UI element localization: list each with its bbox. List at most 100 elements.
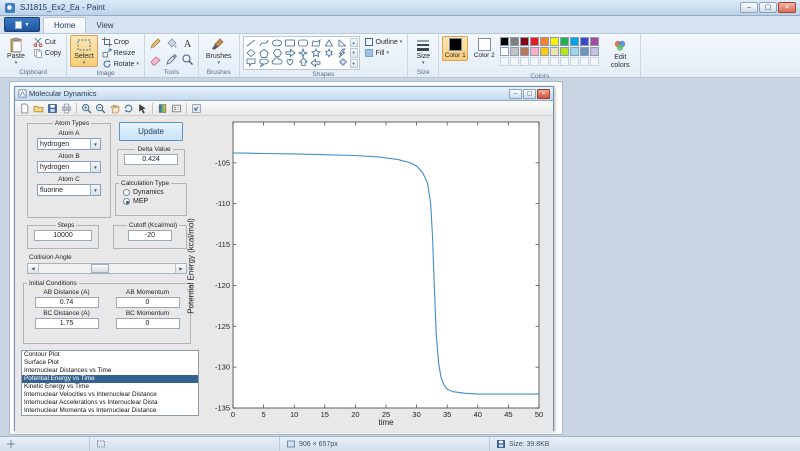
cut-button[interactable]: Cut <box>31 37 63 47</box>
bc-momentum-field[interactable]: 0 <box>116 318 180 329</box>
md-maximize-button[interactable]: ▢ <box>523 89 536 99</box>
plot-type-item[interactable]: Potential Energy vs Time <box>22 375 198 383</box>
shapes-expand[interactable]: ▼ <box>350 59 358 68</box>
plot-type-listbox[interactable]: Contour PlotSurface PlotInternuclear Dis… <box>21 350 199 416</box>
color1-button[interactable]: Color 1 <box>442 36 468 61</box>
palette-swatch[interactable] <box>500 47 509 56</box>
palette-empty-slot[interactable] <box>540 57 549 66</box>
data-cursor-icon[interactable] <box>136 102 149 115</box>
paint-canvas[interactable]: Molecular Dynamics – ▢ × Atom Types Atom… <box>10 82 562 434</box>
paste-button[interactable]: Paste ▾ <box>3 35 29 67</box>
brushes-button[interactable]: Brushes ▾ <box>202 35 236 67</box>
palette-empty-slot[interactable] <box>580 57 589 66</box>
palette-empty-slot[interactable] <box>560 57 569 66</box>
palette-swatch[interactable] <box>560 37 569 46</box>
tab-view[interactable]: View <box>86 18 123 33</box>
plot-type-item[interactable]: Internuclear Accelerations vs Internucle… <box>22 399 198 407</box>
print-figure-icon[interactable] <box>60 102 73 115</box>
outline-button[interactable]: Outline ▾ <box>362 37 405 47</box>
dynamics-radio[interactable]: Dynamics <box>123 189 186 196</box>
collision-angle-slider[interactable]: ◀ ▶ <box>27 263 187 274</box>
palette-swatch[interactable] <box>540 47 549 56</box>
ab-distance-field[interactable]: 0.74 <box>35 297 99 308</box>
palette-swatch[interactable] <box>580 37 589 46</box>
shapes-scroll-down[interactable]: ▼ <box>350 48 358 57</box>
open-file-icon[interactable] <box>32 102 45 115</box>
palette-swatch[interactable] <box>530 47 539 56</box>
copy-button[interactable]: Copy <box>31 48 63 58</box>
plot-type-item[interactable]: Kinetic Energy vs Time <box>22 383 198 391</box>
slider-left-arrow-icon[interactable]: ◀ <box>28 264 39 273</box>
zoom-out-icon[interactable] <box>94 102 107 115</box>
slider-thumb[interactable] <box>91 264 109 273</box>
palette-empty-slot[interactable] <box>500 57 509 66</box>
atom-b-select[interactable]: hydrogen ▼ <box>37 161 101 173</box>
palette-empty-slot[interactable] <box>510 57 519 66</box>
palette-empty-slot[interactable] <box>530 57 539 66</box>
plot-type-item[interactable]: Internuclear Velocities vs Internuclear … <box>22 391 198 399</box>
plot-type-item[interactable]: Surface Plot <box>22 359 198 367</box>
palette-swatch[interactable] <box>590 37 599 46</box>
close-button[interactable]: × <box>778 2 796 13</box>
palette-empty-slot[interactable] <box>570 57 579 66</box>
md-close-button[interactable]: × <box>537 89 550 99</box>
text-tool[interactable]: A <box>180 36 195 51</box>
palette-swatch[interactable] <box>530 37 539 46</box>
palette-swatch[interactable] <box>590 47 599 56</box>
color2-button[interactable]: Color 2 <box>471 36 497 61</box>
slider-right-arrow-icon[interactable]: ▶ <box>175 264 186 273</box>
eraser-tool[interactable] <box>148 52 163 67</box>
bc-distance-field[interactable]: 1.75 <box>35 318 99 329</box>
insert-colorbar-icon[interactable] <box>156 102 169 115</box>
slider-track[interactable] <box>39 264 175 273</box>
tab-home[interactable]: Home <box>43 17 86 33</box>
resize-button[interactable]: Resize <box>100 48 141 58</box>
steps-field[interactable]: 10000 <box>34 230 92 241</box>
palette-swatch[interactable] <box>500 37 509 46</box>
rotate-3d-icon[interactable] <box>122 102 135 115</box>
palette-swatch[interactable] <box>510 37 519 46</box>
pencil-tool[interactable] <box>148 36 163 51</box>
fill-bucket-tool[interactable] <box>164 36 179 51</box>
new-figure-icon[interactable] <box>18 102 31 115</box>
palette-swatch[interactable] <box>510 47 519 56</box>
shapes-grid[interactable]: ▲ ▼ ▼ <box>243 36 360 70</box>
palette-swatch[interactable] <box>570 37 579 46</box>
dock-figure-icon[interactable] <box>190 102 203 115</box>
select-button[interactable]: Select ▾ <box>70 35 97 67</box>
palette-swatch[interactable] <box>550 37 559 46</box>
palette-swatch[interactable] <box>580 47 589 56</box>
save-figure-icon[interactable] <box>46 102 59 115</box>
palette-empty-slot[interactable] <box>520 57 529 66</box>
ab-momentum-field[interactable]: 0 <box>116 297 180 308</box>
color-picker-tool[interactable] <box>164 52 179 67</box>
palette-swatch[interactable] <box>550 47 559 56</box>
palette-swatch[interactable] <box>520 37 529 46</box>
palette-empty-slot[interactable] <box>590 57 599 66</box>
maximize-button[interactable]: ▢ <box>759 2 777 13</box>
edit-colors-button[interactable]: Edit colors <box>603 36 637 72</box>
palette-swatch[interactable] <box>540 37 549 46</box>
plot-type-item[interactable]: Internuclear Momenta vs Internuclear Dis… <box>22 407 198 415</box>
fill-button[interactable]: Fill ▾ <box>362 48 405 58</box>
rotate-button[interactable]: Rotate ▾ <box>100 59 141 69</box>
magnifier-tool[interactable] <box>180 52 195 67</box>
delta-value-field[interactable]: 0.424 <box>124 154 178 165</box>
md-minimize-button[interactable]: – <box>509 89 522 99</box>
palette-swatch[interactable] <box>520 47 529 56</box>
crop-button[interactable]: Crop <box>100 37 141 47</box>
plot-type-item[interactable]: Internuclear Distances vs Time <box>22 367 198 375</box>
zoom-in-icon[interactable] <box>80 102 93 115</box>
pan-icon[interactable] <box>108 102 121 115</box>
application-menu-button[interactable]: ▼ <box>4 17 40 32</box>
shapes-scroll-up[interactable]: ▲ <box>350 38 358 47</box>
palette-swatch[interactable] <box>560 47 569 56</box>
palette-empty-slot[interactable] <box>550 57 559 66</box>
size-button[interactable]: Size ▾ <box>411 35 435 67</box>
insert-legend-icon[interactable] <box>170 102 183 115</box>
minimize-button[interactable]: – <box>740 2 758 13</box>
palette-swatch[interactable] <box>570 47 579 56</box>
atom-c-select[interactable]: fluorine ▼ <box>37 184 101 196</box>
mep-radio[interactable]: MEP <box>123 198 186 205</box>
cutoff-field[interactable]: -20 <box>128 230 172 241</box>
